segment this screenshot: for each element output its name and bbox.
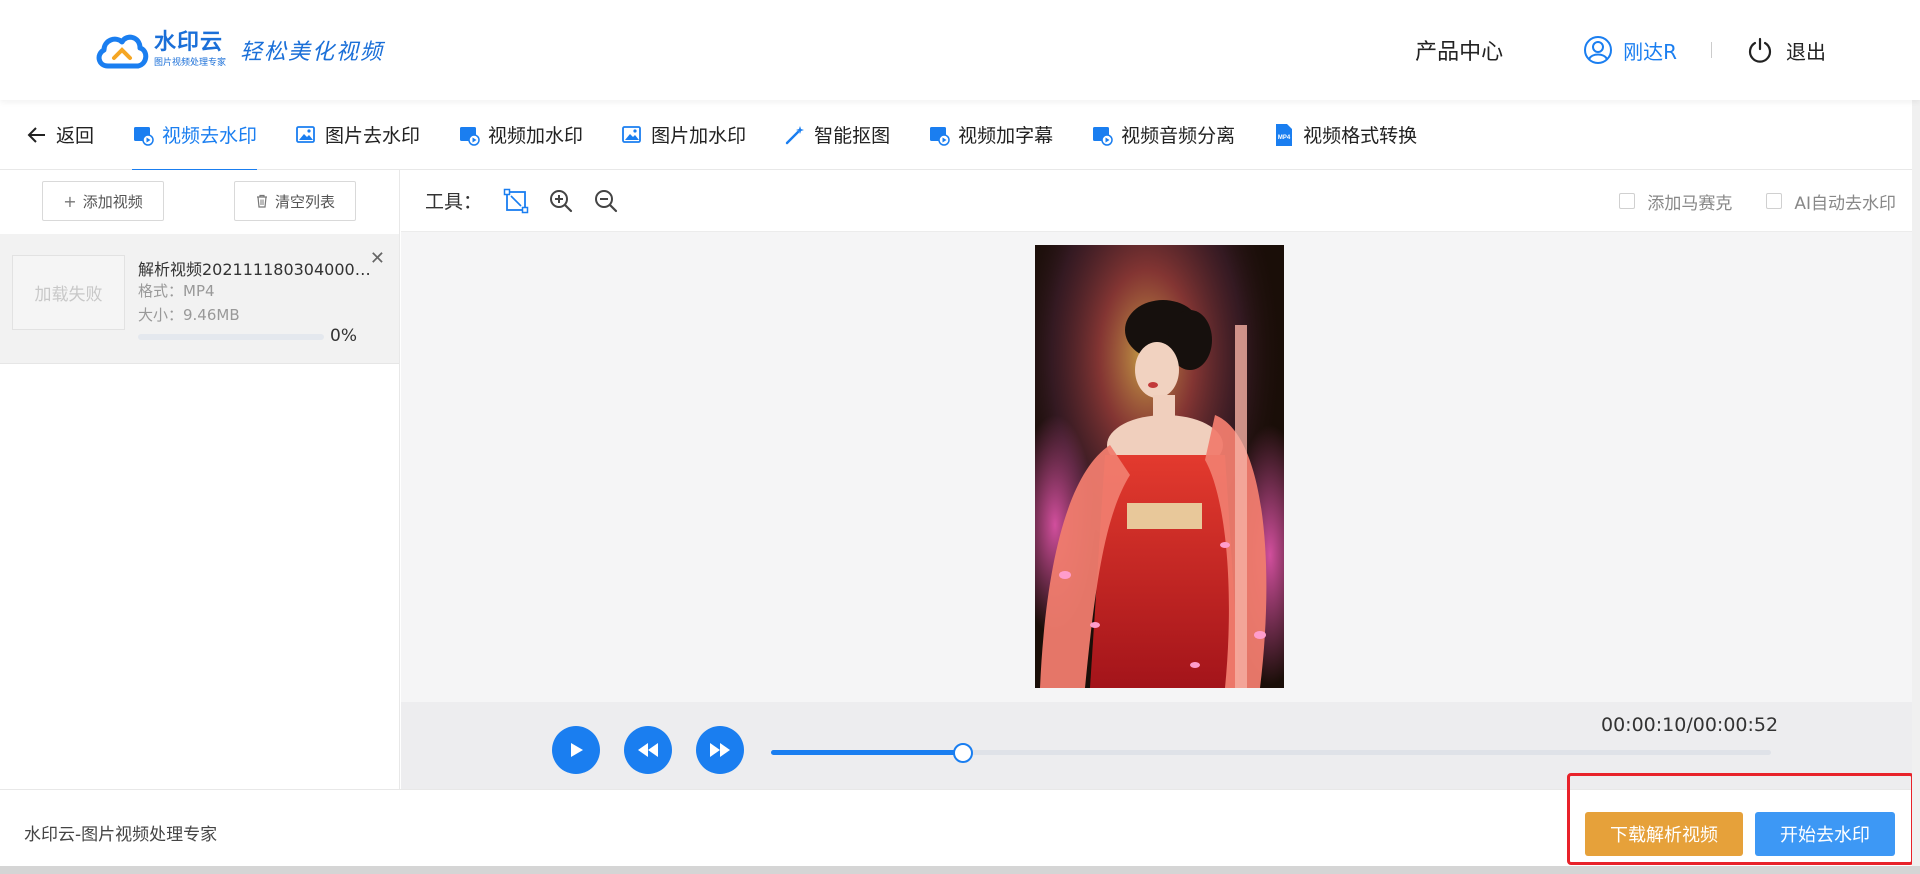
tab-label: 视频格式转换: [1303, 125, 1418, 147]
tab-video-add-watermark[interactable]: 视频加水印: [458, 100, 583, 170]
video-icon: [930, 126, 950, 146]
fast-forward-button[interactable]: [696, 726, 744, 774]
plus-icon: +: [63, 191, 77, 211]
user-menu[interactable]: 刚达R: [1583, 35, 1677, 65]
app-window: 水印云 图片视频处理专家 轻松美化视频 产品中心 刚达R 退出 返回 视频去水印…: [0, 0, 1920, 874]
video-player-controls: 00:00:10/00:00:52: [401, 702, 1920, 789]
tab-image-remove-watermark[interactable]: 图片去水印: [295, 100, 420, 170]
header-actions: 产品中心 刚达R 退出: [1415, 32, 1826, 68]
seek-bar[interactable]: [771, 743, 1771, 763]
logo-text: 水印云 图片视频处理专家: [154, 31, 226, 69]
editor-panel: 工具： 添加马赛克 AI自动去水印 00:00:10/00:00:52: [401, 170, 1920, 789]
vertical-scrollbar[interactable]: [1912, 0, 1920, 866]
logout-label: 退出: [1786, 39, 1826, 64]
tab-audio-video-split[interactable]: 视频音频分离: [1091, 100, 1235, 170]
file-format: 格式：MP4: [138, 282, 215, 300]
checkbox-box: [1766, 193, 1783, 209]
back-button[interactable]: 返回: [26, 100, 94, 170]
tab-label: 视频音频分离: [1121, 125, 1236, 147]
magic-wand-icon: [785, 125, 805, 144]
tab-label: 图片去水印: [325, 125, 421, 147]
file-name: 解析视频20211118030400023...: [138, 260, 378, 279]
close-icon[interactable]: ✕: [370, 248, 385, 269]
zoom-out-icon[interactable]: [592, 187, 620, 215]
ai-auto-remove-label: AI自动去水印: [1794, 193, 1896, 214]
video-preview[interactable]: [1035, 245, 1284, 688]
svg-text:MP4: MP4: [1278, 135, 1291, 141]
clear-list-button[interactable]: 清空列表: [234, 181, 356, 221]
logo-slogan: 轻松美化视频: [240, 40, 385, 65]
download-parsed-video-button[interactable]: 下载解析视频: [1585, 812, 1743, 856]
trash-icon: [256, 194, 267, 208]
tab-image-add-watermark[interactable]: 图片加水印: [621, 100, 746, 170]
logo-name: 水印云: [154, 30, 224, 55]
feature-tabs: 返回 视频去水印 图片去水印 视频加水印 图片加水印 智能抠图 视频加字幕 视频…: [0, 100, 1920, 171]
tools-label: 工具：: [425, 191, 483, 213]
tab-label: 视频加字幕: [958, 125, 1054, 147]
cloud-logo-icon: [96, 34, 149, 69]
tool-bar: 工具： 添加马赛克 AI自动去水印: [401, 170, 1920, 232]
image-icon: [622, 125, 641, 143]
rewind-button[interactable]: [624, 726, 672, 774]
start-remove-watermark-button[interactable]: 开始去水印: [1755, 812, 1895, 856]
seek-handle[interactable]: [953, 743, 974, 763]
file-progress-bar: [138, 334, 324, 340]
tab-label: 视频去水印: [162, 125, 258, 147]
logo[interactable]: 水印云 图片视频处理专家 轻松美化视频: [94, 28, 384, 72]
select-area-icon[interactable]: [502, 187, 530, 215]
arrow-left-icon: [27, 126, 45, 143]
username: 刚达R: [1623, 39, 1677, 64]
file-size: 大小：9.46MB: [138, 306, 240, 324]
tool-options: 添加马赛克 AI自动去水印: [1585, 170, 1896, 232]
tab-video-remove-watermark[interactable]: 视频去水印: [132, 100, 258, 171]
product-center-link[interactable]: 产品中心: [1415, 34, 1503, 66]
tab-label: 图片加水印: [651, 125, 747, 147]
footer-brand-text: 水印云-图片视频处理专家: [24, 825, 218, 845]
seek-bar-fill: [771, 750, 964, 755]
file-progress-label: 0%: [330, 326, 357, 346]
video-icon: [1093, 126, 1113, 146]
image-icon: [296, 125, 315, 143]
tab-video-subtitles[interactable]: 视频加字幕: [928, 100, 1053, 170]
user-avatar-icon: [1584, 36, 1613, 64]
tab-label: 智能抠图: [814, 125, 891, 147]
ai-auto-remove-checkbox[interactable]: AI自动去水印: [1766, 189, 1896, 214]
header-divider: [1711, 42, 1712, 58]
zoom-in-icon[interactable]: [547, 187, 575, 215]
video-icon: [134, 126, 154, 146]
file-list-toolbar: + 添加视频 清空列表: [0, 170, 399, 232]
add-mosaic-label: 添加马赛克: [1647, 193, 1733, 214]
time-display: 00:00:10/00:00:52: [1601, 714, 1779, 736]
video-frame-image: [1035, 245, 1284, 688]
horizontal-scrollbar[interactable]: [0, 866, 1920, 874]
tab-smart-cutout[interactable]: 智能抠图: [784, 100, 890, 170]
logout-button[interactable]: 退出: [1746, 36, 1826, 65]
fast-forward-icon: [710, 743, 730, 757]
top-header: 水印云 图片视频处理专家 轻松美化视频 产品中心 刚达R 退出: [0, 0, 1920, 100]
tab-video-format-convert[interactable]: MP4 视频格式转换: [1273, 100, 1417, 170]
tab-label: 视频加水印: [488, 125, 584, 147]
mp4-file-icon: MP4: [1276, 123, 1293, 146]
add-video-button[interactable]: + 添加视频: [42, 181, 164, 221]
play-icon: [571, 743, 583, 757]
add-video-label: 添加视频: [82, 192, 143, 211]
checkbox-box: [1619, 193, 1636, 209]
video-thumbnail: 加载失败: [12, 255, 125, 330]
footer-bar: 水印云-图片视频处理专家 下载解析视频 开始去水印: [0, 789, 1920, 866]
power-icon: [1748, 37, 1772, 63]
rewind-icon: [638, 743, 658, 757]
play-button[interactable]: [552, 726, 600, 774]
file-list-panel: + 添加视频 清空列表 加载失败 解析视频20211118030400023..…: [0, 170, 400, 789]
video-icon: [460, 126, 480, 146]
back-label: 返回: [56, 125, 95, 147]
clear-list-label: 清空列表: [274, 192, 335, 211]
list-item[interactable]: 加载失败 解析视频20211118030400023... 格式：MP4 大小：…: [0, 234, 399, 364]
logo-subtitle: 图片视频处理专家: [154, 58, 227, 68]
add-mosaic-checkbox[interactable]: 添加马赛克: [1619, 189, 1732, 214]
